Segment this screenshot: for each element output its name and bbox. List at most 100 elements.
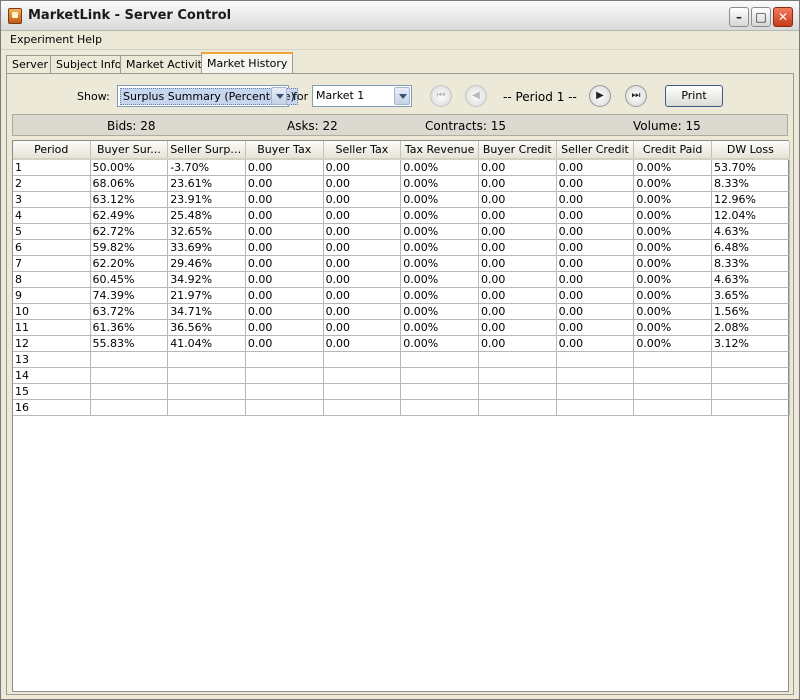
chevron-down-icon[interactable] — [394, 87, 410, 105]
table-cell: 0.00 — [556, 175, 635, 192]
market-history-panel: Show: Surplus Summary (Percentage) for M… — [6, 73, 794, 695]
last-period-button[interactable]: ⏭ — [625, 85, 647, 107]
table-row[interactable]: 13 — [13, 351, 790, 368]
table-cell: 14 — [13, 367, 91, 384]
show-select[interactable]: Surplus Summary (Percentage) — [117, 85, 298, 107]
maximize-icon: □ — [755, 10, 767, 24]
column-header[interactable]: Tax Revenue — [400, 141, 479, 160]
table-cell — [90, 351, 169, 368]
history-table-container[interactable]: Period Buyer Sur... Seller Surplus Buyer Ta… — [12, 140, 790, 692]
table-cell: 62.72% — [90, 223, 169, 240]
skip-last-icon: ⏭ — [631, 90, 641, 101]
table-cell — [633, 383, 712, 400]
title-bar[interactable]: MarketLink - Server Control – □ ✕ — [1, 1, 799, 31]
table-row[interactable]: 10 63.72% 34.71% 0.00 0.00 0.00% 0.00 0.00 0.00%… — [13, 303, 790, 320]
table-cell: 11 — [13, 319, 91, 336]
table-cell — [711, 399, 790, 416]
table-row[interactable]: 5 62.72% 32.65% 0.00 0.00 0.00% 0.00 0.00 0.00% 4… — [13, 223, 790, 240]
table-cell: 0.00 — [245, 255, 324, 272]
tab-subject-info[interactable]: Subject Info — [50, 55, 128, 74]
minimize-button[interactable]: – — [729, 7, 749, 27]
table-row[interactable]: 15 — [13, 383, 790, 400]
table-row[interactable]: 2 68.06% 23.61% 0.00 0.00 0.00% 0.00 0.00 0.00% 8… — [13, 175, 790, 192]
table-cell: 0.00% — [633, 223, 712, 240]
table-row[interactable]: 8 60.45% 34.92% 0.00 0.00 0.00% 0.00 0.00 0.00% 4… — [13, 271, 790, 288]
print-button[interactable]: Print — [665, 85, 723, 107]
table-cell — [90, 367, 169, 384]
table-cell: 0.00 — [323, 319, 402, 336]
table-cell: 0.00 — [478, 175, 557, 192]
table-row[interactable]: 11 61.36% 36.56% 0.00 0.00 0.00% 0.00 0.00 0.00%… — [13, 319, 790, 336]
first-period-button[interactable]: ⏮ — [430, 85, 452, 107]
table-row[interactable]: 4 62.49% 25.48% 0.00 0.00 0.00% 0.00 0.00 0.00% 1… — [13, 207, 790, 224]
table-cell — [711, 351, 790, 368]
column-header[interactable]: Buyer Sur... — [90, 141, 169, 160]
column-header[interactable]: Seller Credit — [556, 141, 635, 160]
table-cell: 0.00% — [633, 335, 712, 352]
table-cell: 2.08% — [711, 319, 790, 336]
market-select-value: Market 1 — [316, 89, 365, 102]
market-select[interactable]: Market 1 — [312, 85, 412, 107]
previous-period-button[interactable]: ◀ — [465, 85, 487, 107]
table-row[interactable]: 1 50.00% -3.70% 0.00 0.00 0.00% 0.00 0.00 0.00% 5… — [13, 159, 790, 176]
for-label: for — [293, 90, 309, 103]
table-row[interactable]: 14 — [13, 367, 790, 384]
table-cell: 0.00 — [323, 287, 402, 304]
table-body: 1 50.00% -3.70% 0.00 0.00 0.00% 0.00 0.00 0.00% 5… — [13, 159, 790, 416]
table-cell: 62.20% — [90, 255, 169, 272]
table-cell: 0.00 — [245, 319, 324, 336]
menu-experiment[interactable]: Experiment — [10, 33, 74, 46]
table-cell — [400, 383, 479, 400]
table-row[interactable]: 9 74.39% 21.97% 0.00 0.00 0.00% 0.00 0.00 0.00% 3… — [13, 287, 790, 304]
maximize-button[interactable]: □ — [751, 7, 771, 27]
contracts-count: Contracts: 15 — [425, 119, 506, 133]
menu-help[interactable]: Help — [77, 33, 102, 46]
table-cell: -3.70% — [167, 159, 246, 176]
table-row[interactable]: 7 62.20% 29.46% 0.00 0.00 0.00% 0.00 0.00 0.00% 8… — [13, 255, 790, 272]
table-cell: 0.00% — [400, 319, 479, 336]
market-stats-bar: Bids: 28 Asks: 22 Contracts: 15 Volume: … — [12, 114, 788, 136]
table-cell: 68.06% — [90, 175, 169, 192]
table-cell: 34.92% — [167, 271, 246, 288]
column-header[interactable]: Seller Tax — [323, 141, 402, 160]
table-cell: 0.00% — [633, 207, 712, 224]
table-cell: 6 — [13, 239, 91, 256]
table-row[interactable]: 12 55.83% 41.04% 0.00 0.00 0.00% 0.00 0.00 0.00%… — [13, 335, 790, 352]
next-period-button[interactable]: ▶ — [589, 85, 611, 107]
table-cell: 0.00% — [633, 303, 712, 320]
table-cell: 0.00 — [245, 207, 324, 224]
table-cell — [478, 351, 557, 368]
table-cell: 0.00 — [478, 303, 557, 320]
table-cell — [323, 383, 402, 400]
table-cell: 0.00 — [245, 223, 324, 240]
close-button[interactable]: ✕ — [773, 7, 793, 27]
column-header[interactable]: Seller Surplus — [167, 141, 246, 160]
table-cell: 0.00 — [323, 223, 402, 240]
table-cell — [323, 399, 402, 416]
column-header[interactable]: DW Loss — [711, 141, 790, 160]
column-header[interactable]: Period — [13, 141, 91, 160]
tab-server[interactable]: Server — [6, 55, 55, 74]
table-cell: 0.00 — [245, 303, 324, 320]
table-cell — [556, 351, 635, 368]
table-cell: 0.00% — [633, 239, 712, 256]
table-cell: 0.00% — [400, 175, 479, 192]
column-header[interactable]: Buyer Tax — [245, 141, 324, 160]
table-cell — [633, 399, 712, 416]
table-cell: 0.00 — [478, 239, 557, 256]
table-row[interactable]: 16 — [13, 399, 790, 416]
column-header[interactable]: Credit Paid — [633, 141, 712, 160]
table-row[interactable]: 6 59.82% 33.69% 0.00 0.00 0.00% 0.00 0.00 0.00% 6… — [13, 239, 790, 256]
table-cell: 4.63% — [711, 271, 790, 288]
app-window: MarketLink - Server Control – □ ✕ Experi… — [0, 0, 800, 700]
table-cell: 0.00 — [323, 207, 402, 224]
table-cell — [478, 367, 557, 384]
tab-market-history[interactable]: Market History — [201, 52, 294, 74]
previous-icon: ◀ — [472, 90, 480, 101]
table-cell: 0.00 — [556, 271, 635, 288]
table-cell: 61.36% — [90, 319, 169, 336]
column-header[interactable]: Buyer Credit — [478, 141, 557, 160]
table-row[interactable]: 3 63.12% 23.91% 0.00 0.00 0.00% 0.00 0.00 0.00% 1… — [13, 191, 790, 208]
chevron-down-icon[interactable] — [271, 87, 287, 105]
table-cell — [478, 399, 557, 416]
